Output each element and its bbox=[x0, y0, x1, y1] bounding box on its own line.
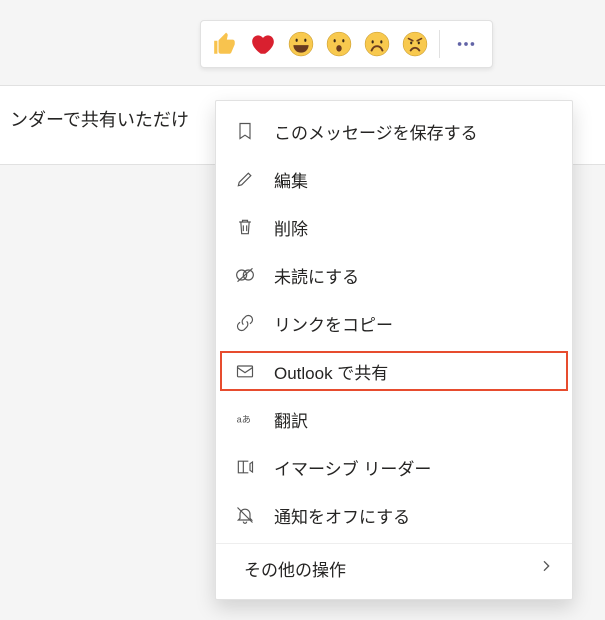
menu-label: このメッセージを保存する bbox=[274, 119, 478, 144]
unread-icon bbox=[234, 264, 256, 286]
thumbs-up-icon[interactable] bbox=[209, 28, 241, 60]
menu-label: Outlook で共有 bbox=[274, 359, 388, 384]
menu-mark-unread[interactable]: 未読にする bbox=[216, 251, 572, 299]
bell-off-icon bbox=[234, 504, 256, 526]
surprised-icon[interactable] bbox=[323, 28, 355, 60]
menu-label: 編集 bbox=[274, 167, 308, 192]
context-menu: このメッセージを保存する 編集 削除 未読にする リンクをコピー Outlook… bbox=[215, 100, 573, 600]
sad-icon[interactable] bbox=[361, 28, 393, 60]
menu-label: その他の操作 bbox=[244, 556, 346, 581]
translate-icon: aあ bbox=[234, 408, 256, 430]
message-text: ンダーで共有いただけ bbox=[10, 110, 189, 130]
laugh-icon[interactable] bbox=[285, 28, 317, 60]
svg-text:aあ: aあ bbox=[237, 414, 251, 424]
menu-label: 削除 bbox=[274, 215, 308, 240]
menu-save-message[interactable]: このメッセージを保存する bbox=[216, 107, 572, 155]
immersive-reader-icon bbox=[234, 456, 256, 478]
trash-icon bbox=[234, 216, 256, 238]
menu-label: 通知をオフにする bbox=[274, 503, 410, 528]
menu-turn-off-notifications[interactable]: 通知をオフにする bbox=[216, 491, 572, 539]
menu-copy-link[interactable]: リンクをコピー bbox=[216, 299, 572, 347]
menu-label: 翻訳 bbox=[274, 407, 308, 432]
menu-label: リンクをコピー bbox=[274, 311, 393, 336]
mail-icon bbox=[234, 360, 256, 382]
menu-translate[interactable]: aあ 翻訳 bbox=[216, 395, 572, 443]
link-icon bbox=[234, 312, 256, 334]
pencil-icon bbox=[234, 168, 256, 190]
bookmark-icon bbox=[234, 120, 256, 142]
more-options-button[interactable] bbox=[448, 28, 484, 60]
menu-more-actions[interactable]: その他の操作 bbox=[216, 543, 572, 593]
menu-immersive-reader[interactable]: イマーシブ リーダー bbox=[216, 443, 572, 491]
menu-share-outlook[interactable]: Outlook で共有 bbox=[216, 347, 572, 395]
angry-icon[interactable] bbox=[399, 28, 431, 60]
menu-edit[interactable]: 編集 bbox=[216, 155, 572, 203]
heart-icon[interactable] bbox=[247, 28, 279, 60]
menu-label: イマーシブ リーダー bbox=[274, 455, 431, 480]
chevron-right-icon bbox=[538, 558, 554, 579]
menu-label: 未読にする bbox=[274, 263, 359, 288]
reaction-divider bbox=[439, 30, 440, 58]
menu-delete[interactable]: 削除 bbox=[216, 203, 572, 251]
reaction-bar bbox=[200, 20, 493, 68]
